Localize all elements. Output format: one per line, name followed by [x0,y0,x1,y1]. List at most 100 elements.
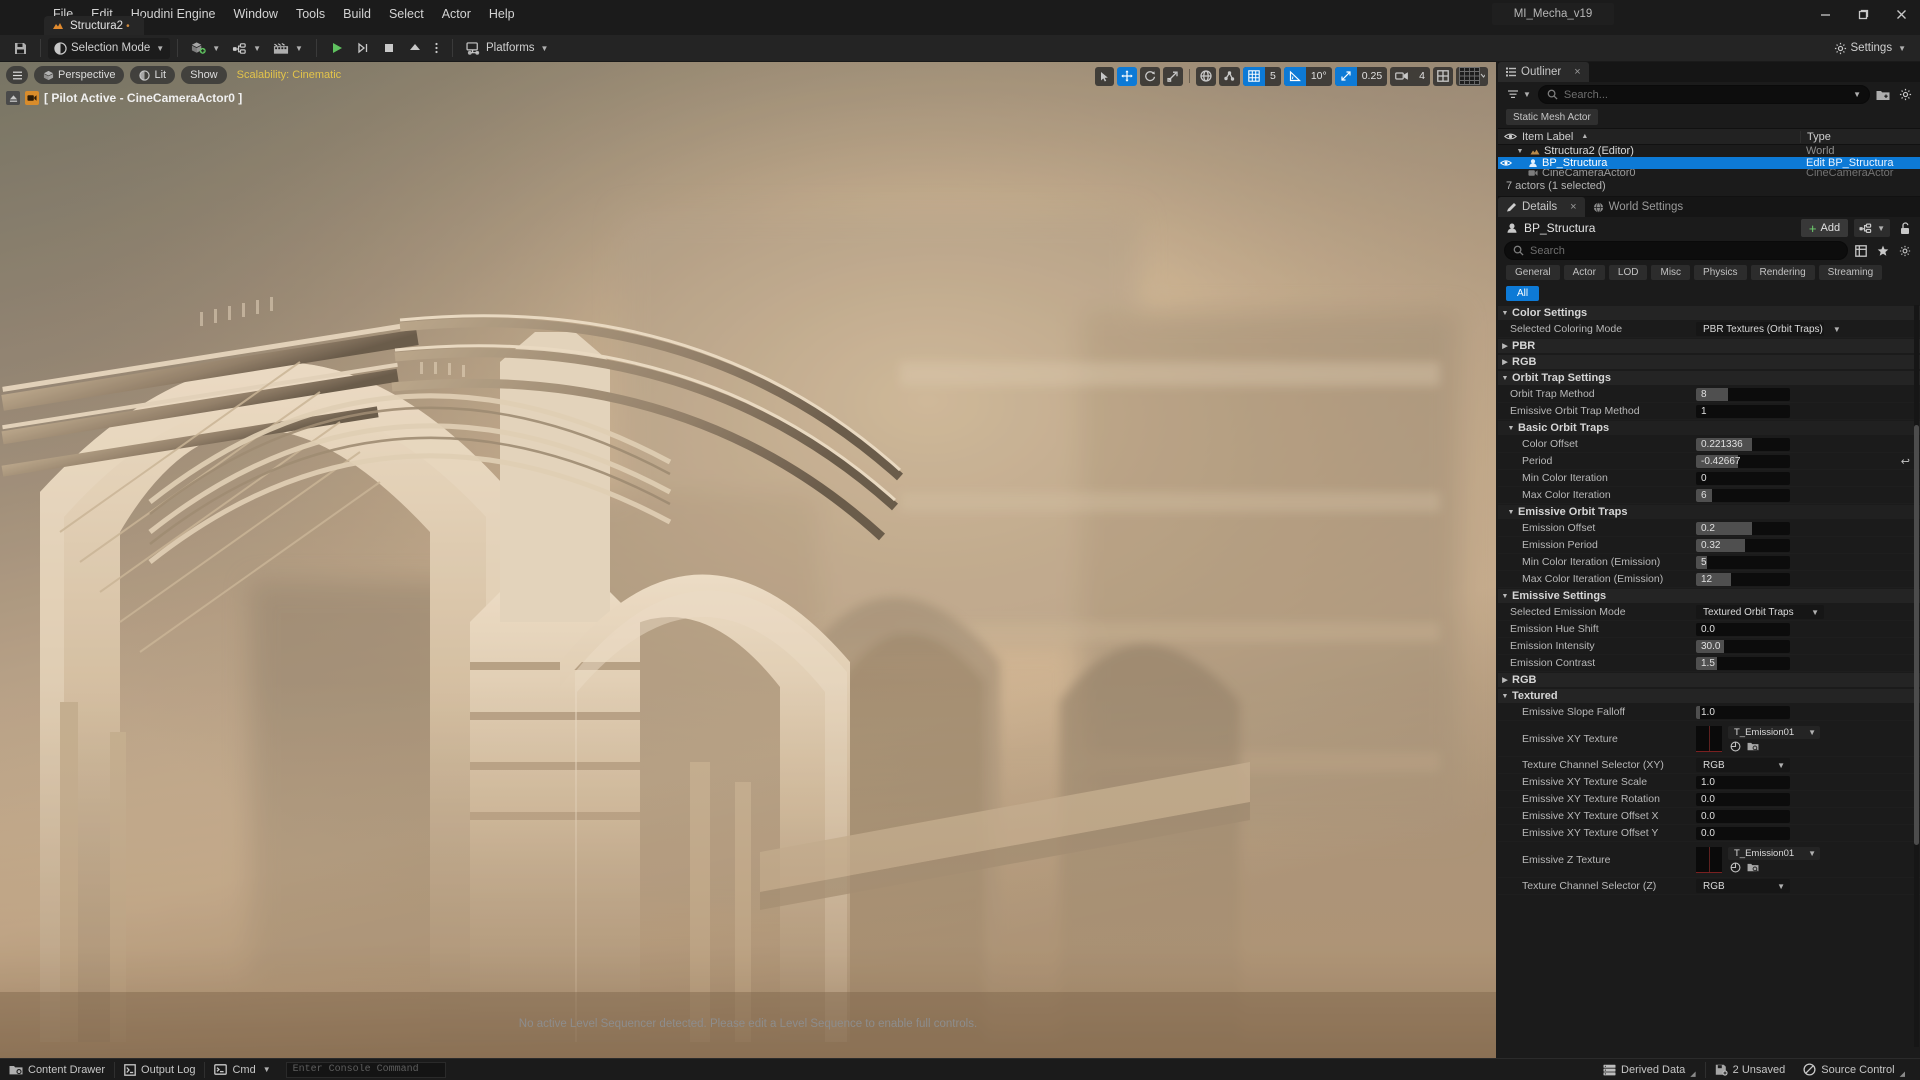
property-group-rgb[interactable]: ▶ RGB [1498,354,1920,370]
camera-speed-group[interactable]: 4 [1390,66,1430,86]
viewport-layout-icon[interactable] [1433,66,1453,86]
menu-window[interactable]: Window [225,3,287,25]
property-group-textured[interactable]: ▼ Textured [1498,688,1920,704]
world-space-icon[interactable] [1195,66,1216,86]
property-row[interactable]: Emission Hue Shift 0.0 [1498,621,1920,638]
details-search-box[interactable] [1504,241,1848,260]
content-drawer-button[interactable]: Content Drawer [0,1060,114,1080]
details-property-list[interactable]: ▼ Color Settings Selected Coloring Mode PBR… [1498,305,1920,1047]
number-field[interactable]: 12 [1696,572,1790,586]
collapse-twisty[interactable]: ▼ [1498,593,1512,600]
expand-twisty[interactable]: ▶ [1498,358,1512,366]
property-value-cell[interactable]: Textured Orbit Traps ▼ [1694,605,1920,619]
document-tab-structura2[interactable]: Structura2 • [44,16,144,36]
menu-select[interactable]: Select [380,3,433,25]
collapse-twisty[interactable]: ▼ [1498,693,1512,700]
property-value-cell[interactable]: -0.42667 ↩ [1694,454,1920,468]
tab-world-settings[interactable]: World Settings [1585,197,1692,217]
number-field[interactable]: 0.32 [1696,538,1790,552]
number-field[interactable]: 1.0 [1696,705,1790,719]
number-field[interactable]: 0.0 [1696,826,1790,840]
property-value-cell[interactable]: 0.0 [1694,809,1920,823]
maximize-viewport-icon[interactable] [1456,66,1488,86]
property-row[interactable]: Emission Intensity 30.0 [1498,638,1920,655]
new-folder-button[interactable] [1874,86,1892,104]
save-button[interactable] [8,38,33,59]
property-value-cell[interactable]: T_Emission01 ▼ [1694,725,1920,752]
texture-thumbnail[interactable] [1696,725,1722,752]
viewport-show-button[interactable]: Show [181,66,227,84]
dropdown[interactable]: RGB ▼ [1696,879,1790,893]
blueprint-options-button[interactable]: ▼ [1854,219,1890,237]
close-button[interactable] [1882,0,1920,28]
source-control-button[interactable]: Source Control ◢ [1794,1060,1914,1080]
collapse-twisty[interactable]: ▼ [1504,425,1518,432]
property-group-orbit-trap-settings[interactable]: ▼ Orbit Trap Settings [1498,370,1920,386]
eject-pilot-icon[interactable] [6,91,20,105]
outliner-search-box[interactable]: ▼ [1537,85,1870,104]
property-group-emissive-settings[interactable]: ▼ Emissive Settings [1498,588,1920,604]
menu-actor[interactable]: Actor [433,3,480,25]
favorites-button[interactable] [1874,242,1892,260]
cmd-mode-button[interactable]: Cmd ▼ [205,1060,279,1080]
play-button[interactable] [324,38,350,59]
viewport-menu-button[interactable] [6,66,28,84]
angle-snap-group[interactable]: 10° [1283,66,1332,86]
cattab-misc[interactable]: Misc [1651,265,1691,280]
cinematics-button[interactable]: ▼ [267,38,309,59]
number-field[interactable]: 5 [1696,555,1790,569]
camera-speed-icon[interactable] [1390,67,1414,86]
property-value-cell[interactable]: 0.2 [1694,521,1920,535]
property-row[interactable]: Selected Coloring Mode PBR Textures (Orbi… [1498,321,1920,338]
scale-snap-value[interactable]: 0.25 [1357,67,1387,86]
property-value-cell[interactable]: 1.0 [1694,775,1920,789]
number-field[interactable]: 8 [1696,387,1790,401]
expand-twisty[interactable]: ▼ [1514,148,1526,155]
property-row[interactable]: Texture Channel Selector (Z) RGB ▼ [1498,878,1920,895]
property-row[interactable]: Texture Channel Selector (XY) RGB ▼ [1498,757,1920,774]
property-group-pbr[interactable]: ▶ PBR [1498,338,1920,354]
property-row[interactable]: Emission Period 0.32 [1498,537,1920,554]
collapse-twisty[interactable]: ▼ [1498,375,1512,382]
translate-mode-icon[interactable] [1116,66,1137,86]
property-value-cell[interactable]: 0.221336 [1694,437,1920,451]
property-value-cell[interactable]: 1.0 [1694,705,1920,719]
property-group-rgb[interactable]: ▶ RGB [1498,672,1920,688]
property-row[interactable]: Period -0.42667 ↩ [1498,453,1920,470]
property-row[interactable]: Emission Offset 0.2 [1498,520,1920,537]
property-value-cell[interactable]: 0.0 [1694,622,1920,636]
property-value-cell[interactable]: RGB ▼ [1694,879,1920,893]
cattab-rendering[interactable]: Rendering [1750,265,1815,280]
number-field[interactable]: 0.0 [1696,792,1790,806]
create-actor-button[interactable]: ▼ [185,38,226,59]
close-icon[interactable]: × [1574,66,1580,78]
collapse-twisty[interactable]: ▼ [1498,310,1512,317]
browse-icon[interactable] [1730,862,1741,873]
property-group-basic-orbit-traps[interactable]: ▼ Basic Orbit Traps [1498,420,1920,436]
chevron-down-icon[interactable]: ▼ [1853,90,1861,99]
cattab-lod[interactable]: LOD [1608,265,1648,280]
menu-tools[interactable]: Tools [287,3,334,25]
scale-snap-icon[interactable] [1334,66,1357,86]
angle-snap-icon[interactable] [1283,66,1306,86]
number-field[interactable]: 0.0 [1696,809,1790,823]
expand-twisty[interactable]: ▶ [1498,342,1512,350]
selection-mode-button[interactable]: Selection Mode ▼ [48,37,171,59]
camera-speed-value[interactable]: 4 [1414,67,1430,86]
column-item-label[interactable]: Item Label ▲ [1498,131,1800,143]
property-value-cell[interactable]: PBR Textures (Orbit Traps) ▼ [1694,322,1920,336]
play-more-options-button[interactable] [428,38,445,59]
property-group-color-settings[interactable]: ▼ Color Settings [1498,305,1920,321]
collapse-twisty[interactable]: ▼ [1504,509,1518,516]
minimize-button[interactable] [1806,0,1844,28]
outliner-settings-button[interactable] [1896,86,1914,104]
cattab-general[interactable]: General [1506,265,1560,280]
outliner-search-input[interactable] [1563,88,1846,101]
select-mode-icon[interactable] [1094,66,1114,86]
property-value-cell[interactable]: 0 [1694,471,1920,485]
details-settings-button[interactable] [1896,242,1914,260]
property-value-cell[interactable]: 6 [1694,488,1920,502]
property-row[interactable]: Max Color Iteration (Emission) 12 [1498,571,1920,588]
maximize-button[interactable] [1844,0,1882,28]
property-row[interactable]: Emissive XY Texture Offset Y 0.0 [1498,825,1920,842]
